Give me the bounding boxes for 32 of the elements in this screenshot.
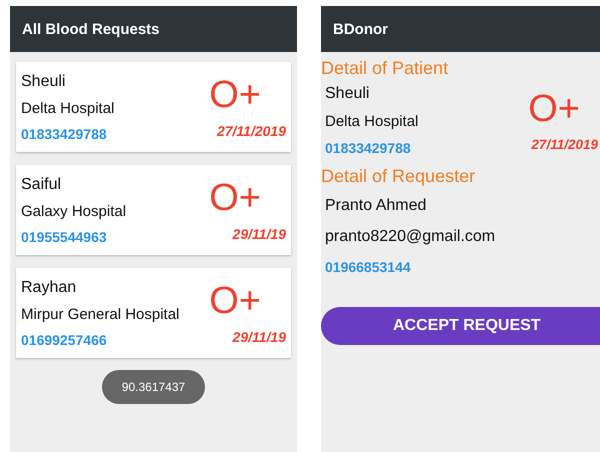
- blood-group: O+: [528, 89, 580, 131]
- request-card[interactable]: Saiful Galaxy Hospital 01955544963 O+ 29/11/19: [16, 165, 291, 255]
- patient-name: Rayhan: [21, 278, 78, 296]
- patient-name: Saiful: [21, 176, 62, 194]
- section-heading: Detail of Requester: [321, 166, 476, 187]
- hospital-name: Mirpur General Hospital: [21, 306, 180, 322]
- blood-group: O+: [209, 281, 261, 323]
- request-card[interactable]: Sheuli Delta Hospital 01833429788 O+ 27/11/2019: [16, 62, 291, 152]
- request-card[interactable]: Rayhan Mirpur General Hospital 01699257466 O+ 29/11/19: [16, 268, 291, 358]
- request-date: 29/11/19: [232, 226, 286, 242]
- requester-email: pranto8220@gmail.com: [325, 228, 496, 246]
- section-heading: Detail of Patient: [321, 58, 450, 79]
- screen-title: All Blood Requests: [22, 20, 160, 38]
- request-date: 27/11/2019: [531, 136, 598, 152]
- requester-name: Pranto Ahmed: [325, 197, 428, 215]
- phone-number: 01966853144: [325, 259, 412, 275]
- hospital-name: Delta Hospital: [325, 113, 418, 130]
- request-date: 29/11/19: [232, 328, 286, 345]
- blood-group: O+: [209, 75, 261, 117]
- phone-number: 01955544963: [21, 228, 108, 244]
- phone-number: 01833429788: [325, 140, 412, 156]
- toast-message: 90.3617437: [102, 370, 206, 404]
- patient-name: Sheuli: [325, 85, 370, 103]
- phone-number: 01699257466: [21, 332, 108, 348]
- hospital-name: Galaxy Hospital: [21, 202, 126, 220]
- request-date: 27/11/2019: [216, 122, 286, 139]
- screen-title: BDonor: [333, 20, 388, 38]
- hospital-name: Delta Hospital: [21, 100, 114, 116]
- blood-group: O+: [209, 178, 261, 220]
- patient-name: Sheuli: [21, 72, 66, 90]
- phone-number: 01833429788: [21, 126, 108, 142]
- accept-button[interactable]: ACCEPT REQUEST: [321, 307, 600, 345]
